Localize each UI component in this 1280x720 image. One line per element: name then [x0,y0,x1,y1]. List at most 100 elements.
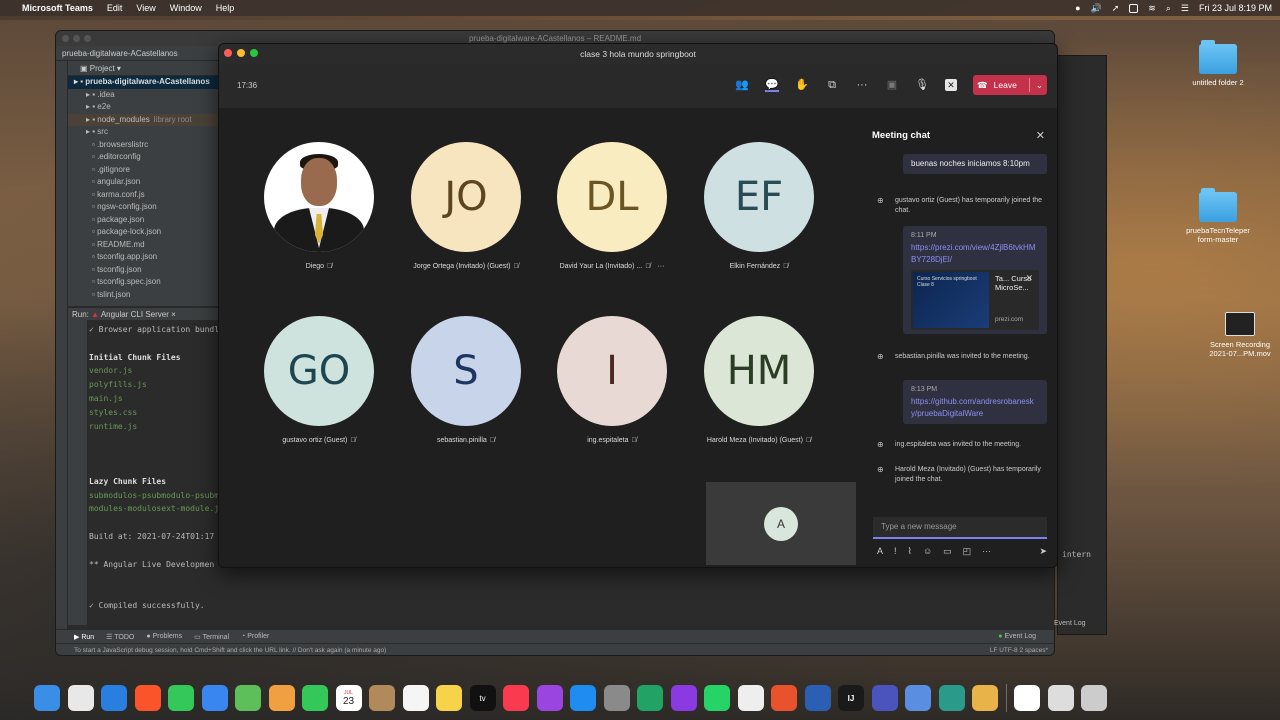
tab-terminal[interactable]: ▭ Terminal [194,633,229,641]
dock-calendar-icon[interactable]: JUL 23 [335,685,362,711]
search-icon[interactable]: ⌕ [1166,3,1171,14]
tree-item[interactable]: ▫ ngsw-config.json [68,201,220,214]
dock-tv-icon[interactable]: tv [469,685,496,711]
volume-icon[interactable]: 🔊 [1091,3,1102,14]
dock-trash-icon[interactable] [1081,685,1107,711]
emoji-icon[interactable]: ☺ [923,546,932,557]
participant-tile[interactable]: Diego 🎙̸ [249,142,389,270]
desktop-file[interactable]: Screen Recording 2021-07...PM.mov [1200,312,1280,358]
gif-icon[interactable]: ▭ [943,546,952,557]
tree-item[interactable]: ▫ tsconfig.spec.json [68,276,220,289]
dock-reminders-icon[interactable] [402,685,429,711]
link-preview-card[interactable]: Curso Servicios springboot Clase 8 Ta...… [911,270,1039,330]
dock-zoom-icon[interactable] [905,685,931,711]
participant-tile[interactable]: EF Elkin Fernández 🎙̸ [689,142,829,270]
dock-contacts-icon[interactable] [369,685,395,711]
dock-teams-icon[interactable] [871,685,898,711]
dock-git-icon[interactable] [771,685,797,711]
dock-feedback-icon[interactable] [670,685,697,711]
run-tab-angular[interactable]: Angular CLI Server [101,310,169,319]
tree-item[interactable]: ▫ tsconfig.app.json [68,251,220,264]
tree-item[interactable]: ▫ tsconfig.json [68,264,220,277]
chat-message[interactable]: 8:13 PM https://github.com/andresrobanes… [903,380,1047,424]
tab-profiler[interactable]: ◔ Profiler [241,633,269,640]
dock-word-icon[interactable] [804,685,831,711]
sticker-icon[interactable]: ◰ [963,546,972,557]
control-center-icon[interactable]: ☰ [1181,3,1189,14]
tree-item[interactable]: ▸ ▪ .idea [68,89,220,102]
tree-item[interactable]: ▫ .editorconfig [68,151,220,164]
menu-help[interactable]: Help [216,3,235,13]
dock-textedit-icon[interactable] [737,685,764,711]
dock-safari-icon[interactable] [101,685,127,711]
tree-item[interactable]: ▫ .browserslistrc [68,139,220,152]
close-dot[interactable] [224,49,232,57]
minimize-dot[interactable] [73,35,80,42]
dock-intellij-icon[interactable]: IJ [838,685,864,711]
participant-tile[interactable]: Ssebastian.pinilla 🎙̸ [396,316,536,444]
attach-icon[interactable]: ⌇ [908,546,912,557]
close-icon[interactable]: ✕ [1036,129,1045,142]
participant-tile[interactable]: JO Jorge Ortega (Invitado) (Guest) 🎙̸ [396,142,536,270]
tree-item[interactable]: ▫ package.json [68,214,220,227]
dock-finder-icon[interactable] [34,685,60,711]
dock-mail-icon[interactable] [201,685,228,711]
tree-item[interactable]: ▫ package-lock.json [68,226,220,239]
tab-problems[interactable]: ● Problems [146,633,182,640]
raise-hand-icon[interactable]: ✋ [795,78,809,92]
zoom-dot[interactable] [250,49,258,57]
dock-messages-icon[interactable] [168,685,194,711]
self-view[interactable]: A [706,482,856,565]
event-log-label[interactable]: Event Log [1054,620,1086,627]
participant-tile[interactable]: GO gustavo ortiz (Guest) 🎙̸ [249,316,389,444]
menu-datetime[interactable]: Fri 23 Jul 8:19 PM [1199,3,1272,13]
dock-downloads-icon[interactable] [1014,685,1040,711]
wifi-icon[interactable]: ≋ [1148,3,1156,14]
menu-app-name[interactable]: Microsoft Teams [22,3,93,13]
dock-excel-icon[interactable] [637,685,663,711]
tree-item[interactable]: ▸ ▪ src [68,126,220,139]
dock-photos-icon[interactable] [268,685,295,711]
event-log-button[interactable]: ● Event Log [998,633,1036,640]
participant-tile[interactable]: Iing.espitaleta 🎙̸ [542,316,682,444]
dock-system-preferences-icon[interactable] [603,685,630,711]
dock-facetime-icon[interactable] [302,685,328,711]
tree-item[interactable]: ▸ ▪ prueba-digitalware-ACastellanos [68,76,220,89]
battery-icon[interactable] [1129,3,1139,13]
dock-whatsapp-icon[interactable] [704,685,730,711]
tree-item[interactable]: ▫ tslint.json [68,289,220,302]
desktop-folder[interactable]: untitled folder 2 [1178,40,1258,87]
dock-app-store-icon[interactable] [570,685,596,711]
menu-edit[interactable]: Edit [107,3,123,13]
more-options-icon[interactable]: ··· [657,263,664,270]
tree-item[interactable]: ▫ README.md [68,239,220,252]
rooms-icon[interactable]: ⧉ [825,78,839,92]
console-output[interactable]: ✓ Browser application bundle Initial Chun… [89,323,219,628]
project-panel-header[interactable]: ▣ Project ▾ [68,61,220,76]
dock-music-icon[interactable] [503,685,529,711]
tree-item[interactable]: ▫ .gitignore [68,164,220,177]
close-icon[interactable]: ✕ [1025,272,1033,284]
menu-window[interactable]: Window [170,3,202,13]
microphone-icon[interactable]: 🎙 [915,78,929,92]
dock-podcasts-icon[interactable] [536,685,563,711]
dock-maps-icon[interactable] [235,685,261,711]
leave-button[interactable]: ☎ Leave ⌄ [973,75,1047,95]
participant-tile[interactable]: HM Harold Meza (Invitado) (Guest) 🎙̸ [689,316,829,444]
participant-tile[interactable]: DL David Yaur La (Invitado) ... 🎙̸ ··· [542,142,682,270]
tab-todo[interactable]: ☰ TODO [106,633,134,641]
menu-view[interactable]: View [136,3,155,13]
send-icon[interactable]: ➤ [1039,546,1047,557]
message-link[interactable]: https://github.com/andresrobanesky/prueb… [911,396,1039,420]
more-options-icon[interactable]: ··· [855,78,869,92]
tree-item[interactable]: ▫ angular.json [68,176,220,189]
status-encoding[interactable]: LF UTF-8 2 spaces* [990,644,1048,655]
dock-notes-icon[interactable] [436,685,462,711]
dock-screenshots-icon[interactable] [1047,685,1074,711]
dock-sourcetree-icon[interactable] [938,685,965,711]
record-icon[interactable]: ● [1075,3,1080,13]
location-icon[interactable]: ➚ [1112,3,1120,14]
chat-message[interactable]: 8:11 PM https://prezi.com/view/4ZjlB6tvk… [903,226,1047,334]
important-icon[interactable]: ! [894,546,897,557]
camera-off-icon[interactable]: ▣ [885,78,899,92]
